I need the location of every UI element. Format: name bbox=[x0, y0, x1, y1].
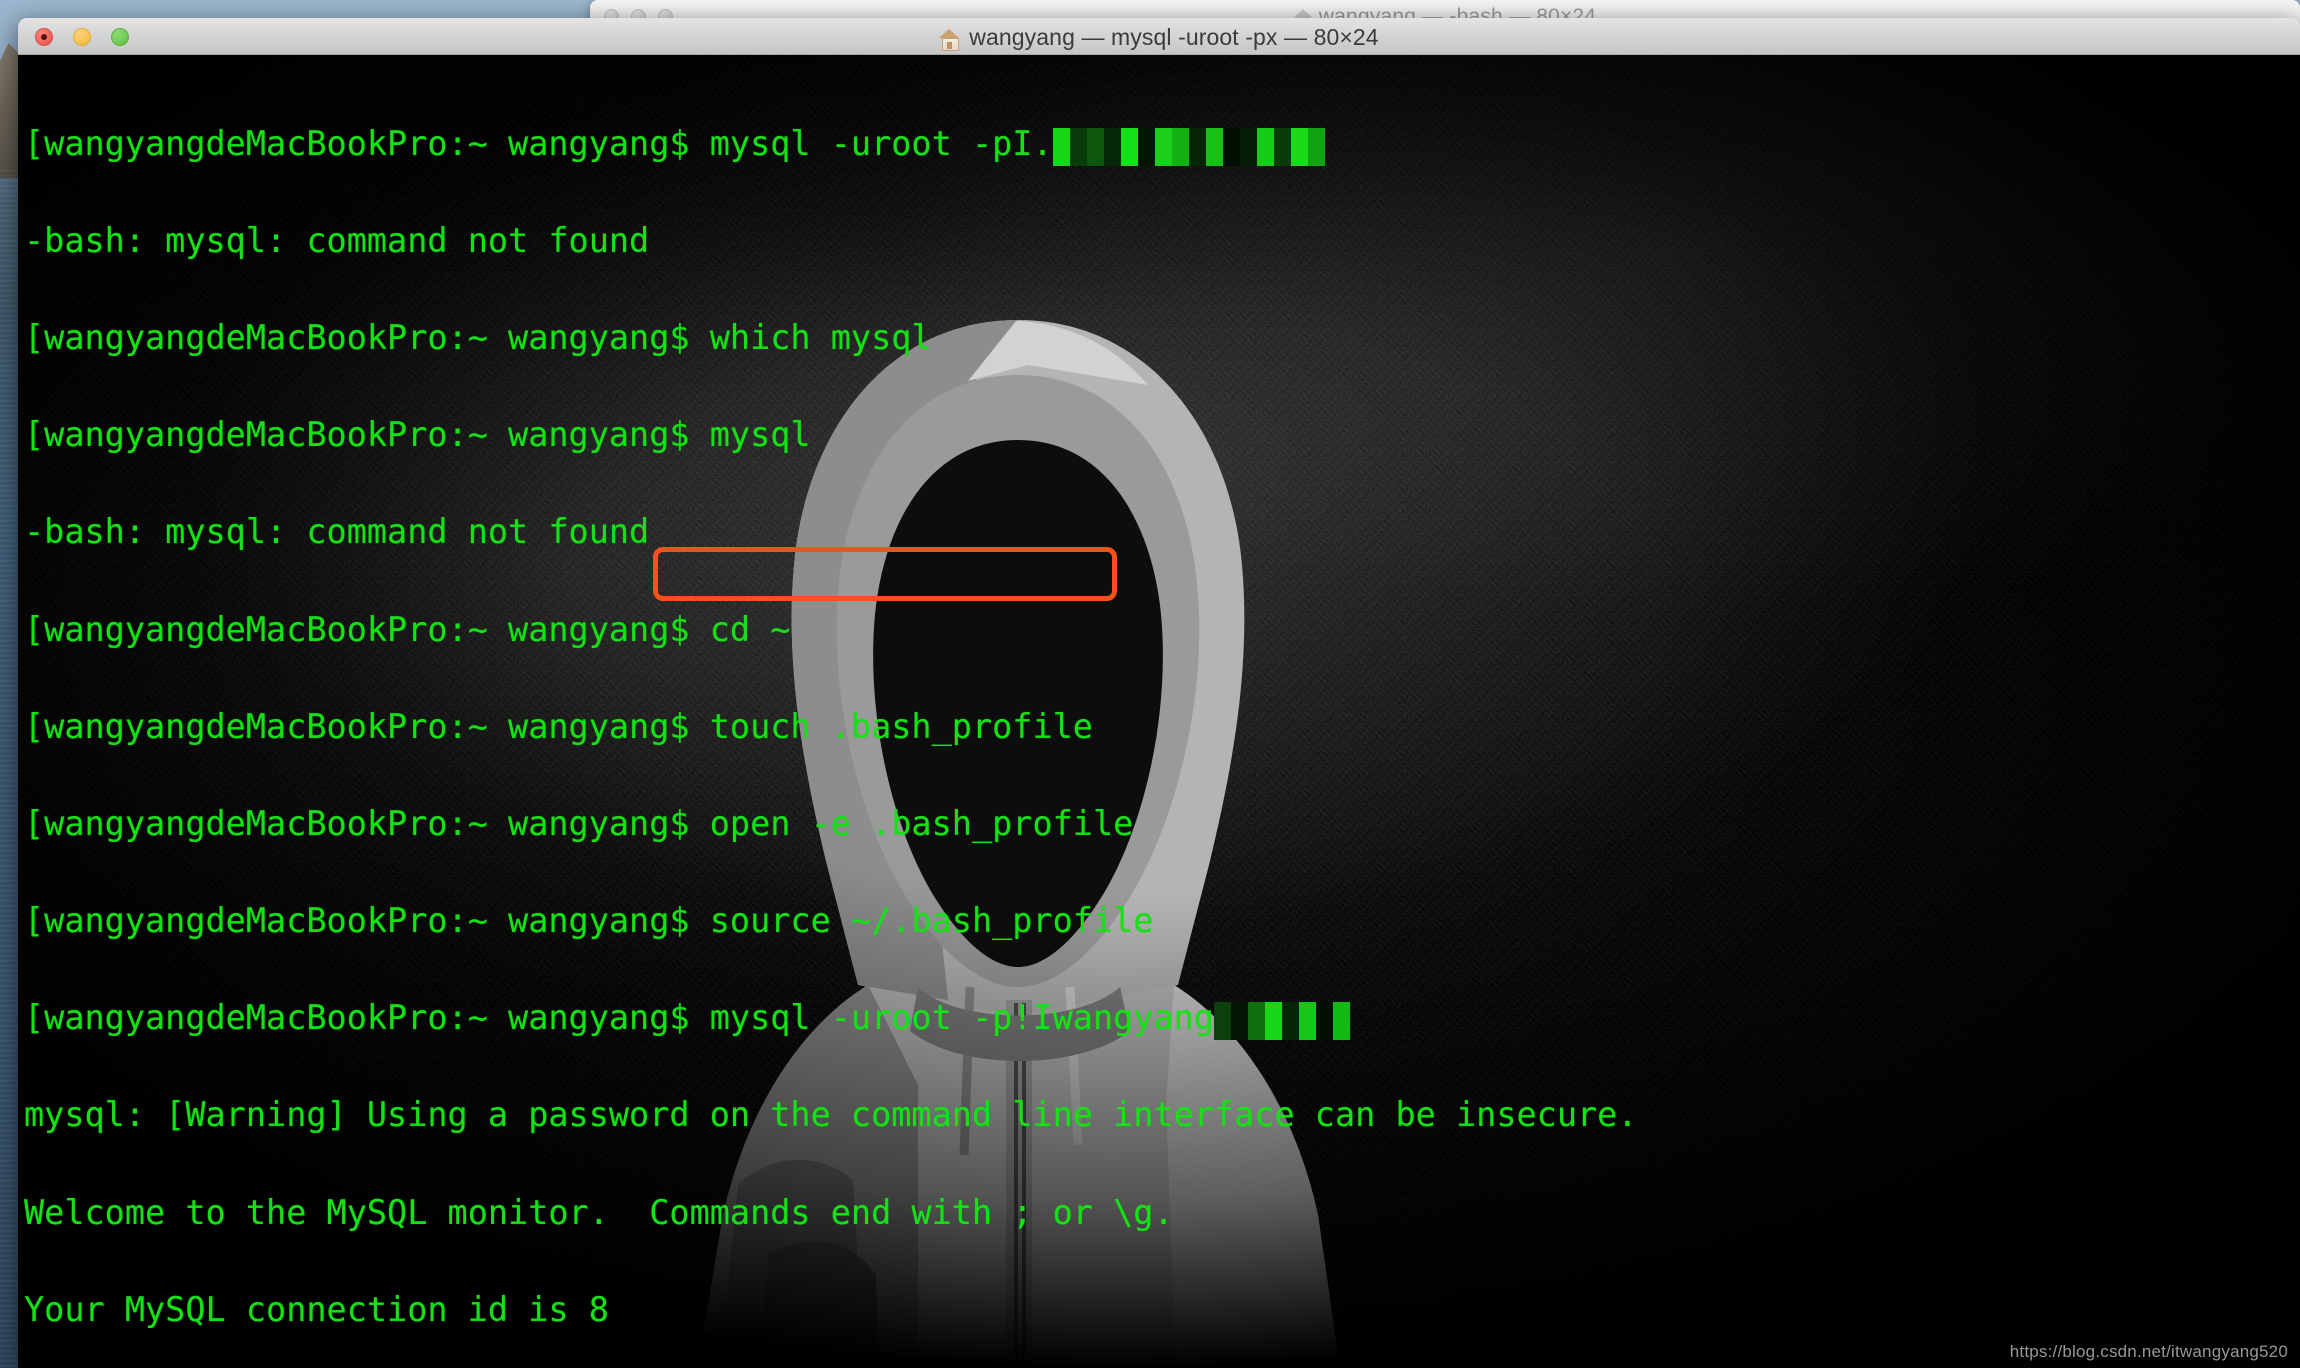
terminal-command: mysql -uroot -p!Iwangyang bbox=[709, 998, 1214, 1038]
terminal-command: which mysql bbox=[709, 317, 932, 357]
terminal-window[interactable]: wangyang — mysql -uroot -px — 80×24 [wan… bbox=[18, 18, 2300, 1368]
terminal-line: mysql: [Warning] Using a password on the… bbox=[24, 1091, 2300, 1140]
terminal-line: -bash: mysql: command not found bbox=[24, 508, 2300, 557]
titlebar[interactable]: wangyang — mysql -uroot -px — 80×24 bbox=[18, 18, 2300, 55]
terminal-prompt: [wangyangdeMacBookPro:~ wangyang$ bbox=[24, 998, 710, 1038]
terminal-output: Your MySQL connection id is 8 bbox=[24, 1289, 609, 1329]
terminal-line: [wangyangdeMacBookPro:~ wangyang$ mysql bbox=[24, 411, 2300, 460]
redacted-password bbox=[1052, 127, 1325, 177]
home-icon bbox=[939, 29, 960, 51]
terminal-prompt: [wangyangdeMacBookPro:~ wangyang$ bbox=[24, 609, 710, 649]
terminal-prompt: [wangyangdeMacBookPro:~ wangyang$ bbox=[24, 901, 710, 941]
terminal-command: open -e .bash_profile bbox=[709, 803, 1134, 843]
terminal-prompt: [wangyangdeMacBookPro:~ wangyang$ bbox=[24, 317, 710, 357]
terminal-command: cd ~ bbox=[709, 609, 791, 649]
terminal-line: [wangyangdeMacBookPro:~ wangyang$ cd ~ bbox=[24, 606, 2300, 655]
terminal-body[interactable]: [wangyangdeMacBookPro:~ wangyang$ mysql … bbox=[18, 55, 2300, 1368]
terminal-line: [wangyangdeMacBookPro:~ wangyang$ touch … bbox=[24, 703, 2300, 752]
terminal-prompt: [wangyangdeMacBookPro:~ wangyang$ bbox=[24, 123, 710, 163]
terminal-output: mysql: [Warning] Using a password on the… bbox=[24, 1095, 1638, 1135]
terminal-command: touch .bash_profile bbox=[709, 706, 1093, 746]
terminal-prompt: [wangyangdeMacBookPro:~ wangyang$ bbox=[24, 706, 710, 746]
terminal-output: Welcome to the MySQL monitor. Commands e… bbox=[24, 1192, 1174, 1232]
watermark: https://blog.csdn.net/itwangyang520 bbox=[2009, 1342, 2288, 1361]
terminal-prompt: [wangyangdeMacBookPro:~ wangyang$ bbox=[24, 803, 710, 843]
terminal-line: [wangyangdeMacBookPro:~ wangyang$ mysql … bbox=[24, 120, 2300, 169]
terminal-line: Your MySQL connection id is 8 bbox=[24, 1286, 2300, 1335]
window-title-text: wangyang — mysql -uroot -px — 80×24 bbox=[969, 24, 1379, 50]
terminal-command: mysql bbox=[709, 415, 811, 455]
terminal-output: -bash: mysql: command not found bbox=[24, 512, 650, 552]
terminal-command-source: source ~/.bash_profile bbox=[709, 901, 1154, 941]
terminal-output: -bash: mysql: command not found bbox=[24, 220, 650, 260]
terminal-line: [wangyangdeMacBookPro:~ wangyang$ open -… bbox=[24, 800, 2300, 849]
window-title: wangyang — mysql -uroot -px — 80×24 bbox=[18, 24, 2300, 51]
terminal-prompt: [wangyangdeMacBookPro:~ wangyang$ bbox=[24, 415, 710, 455]
terminal-line-highlighted: [wangyangdeMacBookPro:~ wangyang$ source… bbox=[24, 897, 2300, 946]
terminal-line: Welcome to the MySQL monitor. Commands e… bbox=[24, 1189, 2300, 1238]
terminal-screen[interactable]: [wangyangdeMacBookPro:~ wangyang$ mysql … bbox=[18, 55, 2300, 1368]
terminal-line: [wangyangdeMacBookPro:~ wangyang$ mysql … bbox=[24, 994, 2300, 1043]
terminal-command: mysql -uroot -pI. bbox=[709, 123, 1053, 163]
redacted-password bbox=[1213, 1002, 1350, 1051]
terminal-line: -bash: mysql: command not found bbox=[24, 217, 2300, 266]
terminal-line: [wangyangdeMacBookPro:~ wangyang$ which … bbox=[24, 314, 2300, 363]
